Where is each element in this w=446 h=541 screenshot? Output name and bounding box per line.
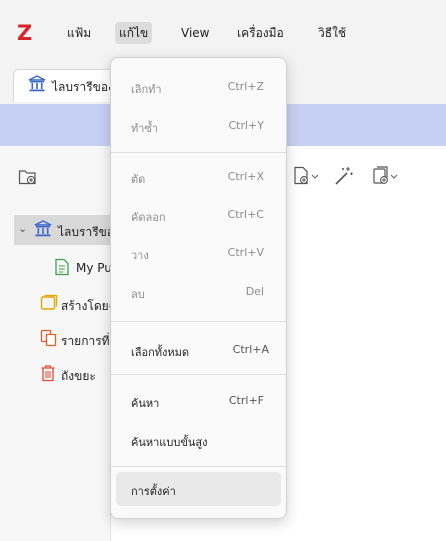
menu-item-find[interactable]: ค้นหา Ctrl+F	[116, 384, 281, 418]
menu-item-shortcut: Ctrl+X	[227, 170, 264, 183]
menu-item-label: เลิกทำ	[131, 83, 162, 96]
menu-item-delete[interactable]: ลบ Del	[116, 275, 281, 309]
tree-label: รายการที่ซ้ำกัน	[61, 334, 110, 348]
menu-item-copy[interactable]: คัดลอก Ctrl+C	[116, 198, 281, 232]
menu-item-label: เลือกทั้งหมด	[131, 346, 190, 359]
menu-separator	[111, 321, 286, 322]
tree-row-trash[interactable]: ถังขยะ	[14, 359, 110, 389]
menu-item-cut[interactable]: ตัด Ctrl+X	[116, 160, 281, 194]
menu-item-shortcut: Ctrl+V	[227, 246, 264, 259]
library-icon	[28, 75, 46, 97]
tree-row-my-publications[interactable]: My Publications	[14, 253, 110, 283]
magic-wand-icon[interactable]	[333, 165, 355, 191]
trash-icon	[40, 364, 56, 385]
menu-item-label: การตั้งค่า	[131, 485, 176, 498]
tree-row-duplicates[interactable]: รายการที่ซ้ำกัน	[14, 324, 110, 354]
menu-separator	[111, 374, 286, 375]
tree-label: ไลบรารีของฉัน	[58, 225, 110, 239]
menu-item-settings[interactable]: การตั้งค่า	[116, 472, 281, 506]
menu-file[interactable]: แฟ้ม	[67, 22, 91, 44]
library-icon	[34, 220, 52, 241]
tree-label: ถังขยะ	[61, 369, 96, 383]
folder-icon	[40, 294, 58, 315]
menu-view[interactable]: View	[181, 22, 209, 44]
menu-help[interactable]: วิธีใช้	[318, 22, 346, 44]
menu-item-shortcut: Ctrl+Z	[227, 80, 264, 93]
collections-pane: ⌄ ไลบรารีของฉัน My Publications	[0, 146, 111, 541]
menu-item-undo[interactable]: เลิกทำ Ctrl+Z	[116, 70, 281, 104]
menu-tools[interactable]: เครื่องมือ	[237, 22, 284, 44]
menu-item-redo[interactable]: ทำซ้ำ Ctrl+Y	[116, 109, 281, 143]
menu-item-shortcut: Ctrl+A	[232, 343, 269, 356]
tree-row-my-library[interactable]: ⌄ ไลบรารีของฉัน	[14, 215, 110, 245]
menu-item-shortcut: Ctrl+Y	[228, 119, 264, 132]
menu-separator	[111, 152, 286, 153]
menu-item-shortcut: Del	[245, 285, 264, 298]
menu-item-paste[interactable]: วาง Ctrl+V	[116, 236, 281, 270]
new-collection-icon[interactable]	[18, 168, 38, 190]
menu-item-select-all[interactable]: เลือกทั้งหมด Ctrl+A	[116, 333, 281, 367]
tab-library[interactable]: ไลบรารีของฉัน	[13, 69, 125, 102]
menu-edit[interactable]: แก้ไข	[115, 22, 153, 44]
menu-item-label: ตัด	[131, 173, 146, 186]
menu-item-label: ลบ	[131, 288, 145, 301]
new-item-icon[interactable]	[293, 166, 323, 190]
menu-item-label: ค้นหาแบบขั้นสูง	[131, 436, 208, 449]
menu-item-advanced-search[interactable]: ค้นหาแบบขั้นสูง	[116, 423, 281, 457]
menu-item-shortcut: Ctrl+F	[228, 394, 264, 407]
duplicate-icon	[40, 329, 58, 350]
tree-label: My Publications	[76, 261, 110, 275]
menu-item-label: ทำซ้ำ	[131, 122, 159, 135]
menubar: Z แฟ้ม แก้ไข View เครื่องมือ วิธีใช้	[0, 0, 446, 64]
menu-separator	[111, 466, 286, 467]
menu-item-label: คัดลอก	[131, 211, 166, 224]
publications-icon	[54, 258, 70, 279]
zotero-logo: Z	[17, 21, 33, 45]
tree-label: สร้างโดยฉัน	[61, 299, 110, 313]
add-attachment-icon[interactable]	[371, 165, 401, 191]
menu-item-label: ค้นหา	[131, 397, 160, 410]
chevron-down-icon[interactable]: ⌄	[18, 222, 27, 235]
menu-item-label: วาง	[131, 249, 149, 262]
edit-menu-dropdown: เลิกทำ Ctrl+Z ทำซ้ำ Ctrl+Y ตัด Ctrl+X คั…	[110, 57, 287, 519]
menu-item-shortcut: Ctrl+C	[227, 208, 264, 221]
tree-row-created-by-me[interactable]: สร้างโดยฉัน	[14, 289, 110, 319]
